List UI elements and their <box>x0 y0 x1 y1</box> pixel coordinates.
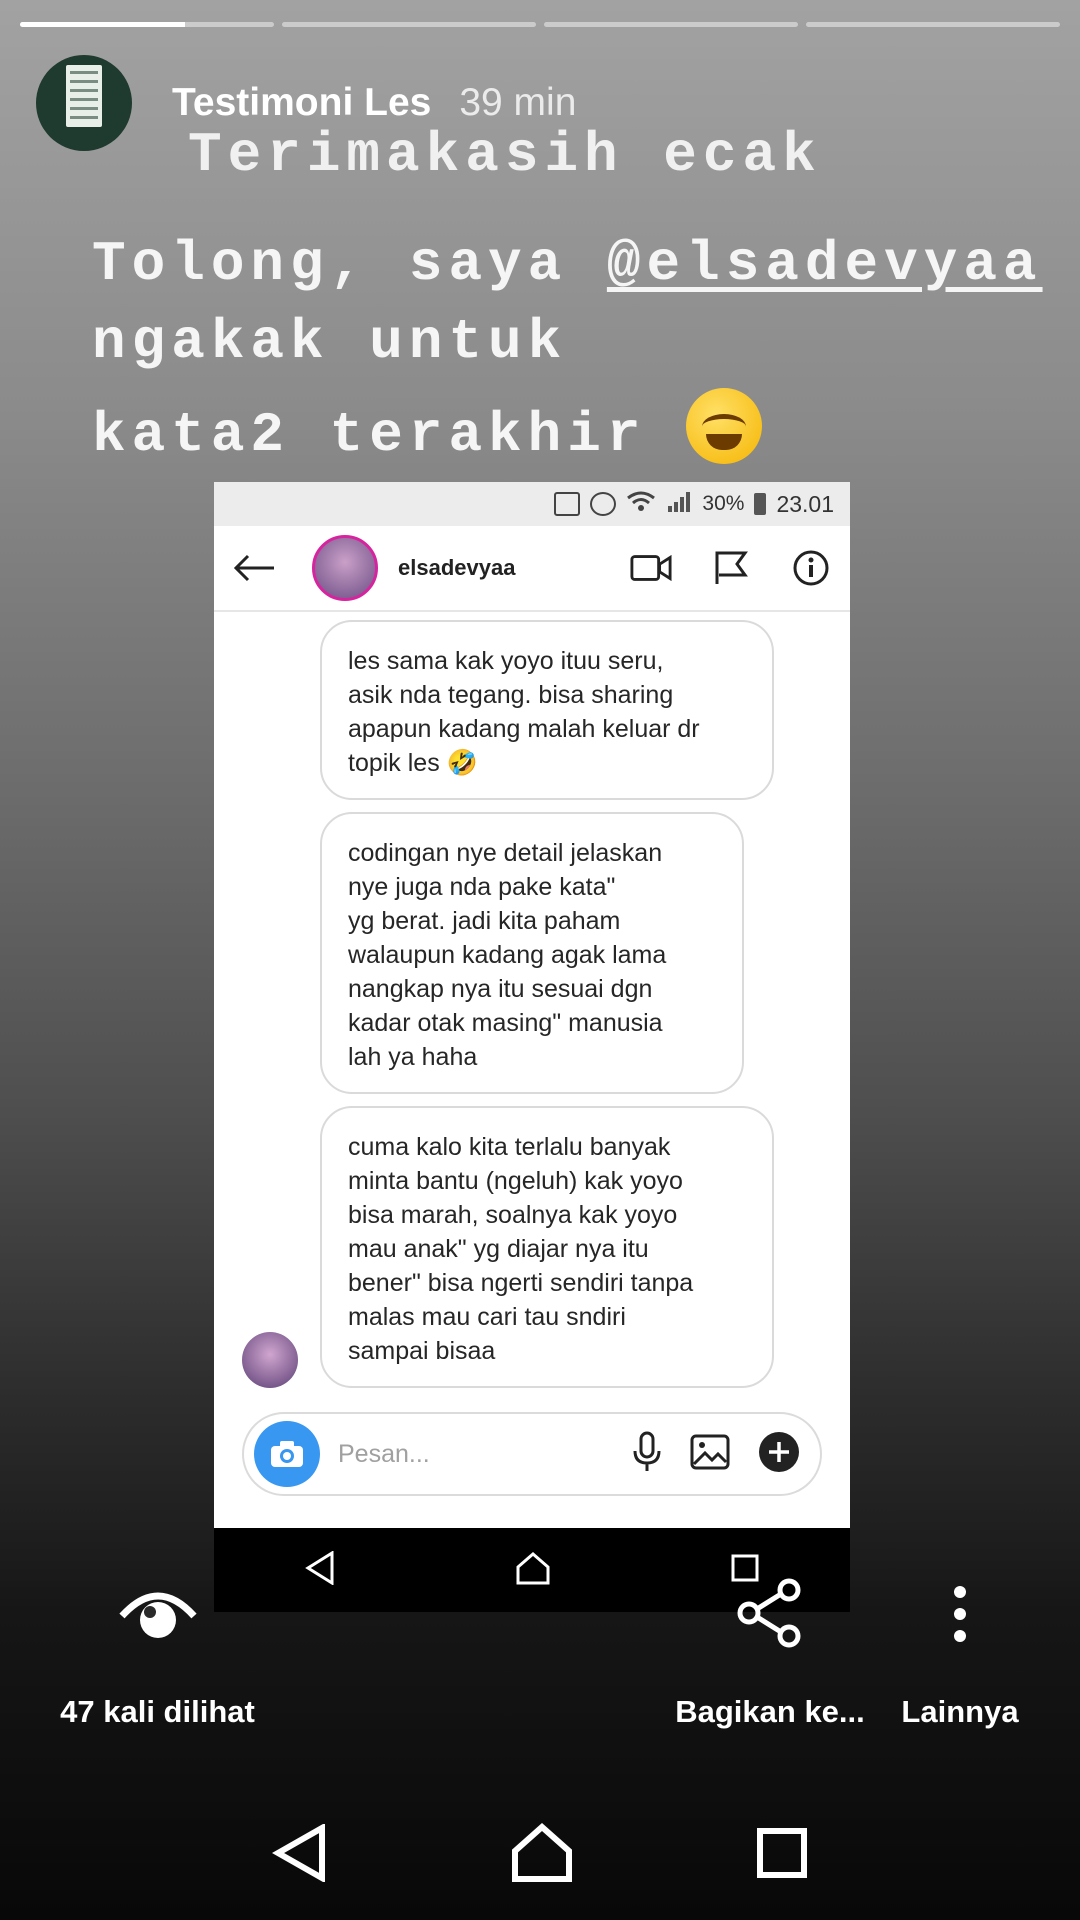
progress-segment <box>20 22 274 27</box>
account-name[interactable]: Testimoni Les <box>172 81 431 125</box>
progress-fill <box>20 22 186 27</box>
system-home-button[interactable] <box>511 1822 573 1887</box>
signal-icon <box>666 490 692 518</box>
message-bubble: cuma kalo kita terlalu banyak minta bant… <box>320 1106 774 1388</box>
story-timestamp: 39 min <box>459 81 577 124</box>
wifi-icon <box>626 490 656 518</box>
dm-screenshot: 30% 23.01 elsadevyaa les sama kak yoyo i… <box>214 482 850 1612</box>
mention-link[interactable]: @elsadevyaa <box>607 232 1043 296</box>
story-text-line: Tolong, saya @elsadevyaa <box>92 232 1043 296</box>
share-icon <box>670 1578 870 1652</box>
message-composer: Pesan... <box>242 1412 822 1496</box>
phone-status-bar: 30% 23.01 <box>214 482 850 526</box>
alarm-icon <box>590 492 617 516</box>
viewers-button[interactable]: 47 kali dilihat <box>50 1570 265 1729</box>
share-button[interactable]: Bagikan ke... <box>670 1570 870 1729</box>
progress-segment <box>544 22 798 27</box>
nfc-icon <box>554 492 581 516</box>
account-avatar[interactable] <box>36 55 132 151</box>
eye-icon <box>118 1580 198 1648</box>
share-label: Bagikan ke... <box>675 1694 865 1729</box>
battery-percent: 30% <box>702 492 745 515</box>
message-bubble: les sama kak yoyo ituu seru, asik nda te… <box>320 620 774 800</box>
system-nav-bar <box>0 1800 1080 1910</box>
laughing-emoji-icon <box>686 388 763 464</box>
sender-avatar <box>242 1332 298 1388</box>
camera-icon <box>254 1421 320 1487</box>
dm-header: elsadevyaa <box>214 526 850 612</box>
chat-username: elsadevyaa <box>398 555 516 580</box>
progress-segment <box>282 22 536 27</box>
microphone-icon <box>632 1431 662 1477</box>
battery-icon <box>754 493 767 515</box>
message-bubble: codingan nye detail jelaskan nye juga nd… <box>320 812 744 1094</box>
story-progress-bar <box>20 22 1060 27</box>
chat-avatar <box>312 535 378 601</box>
story-footer: 47 kali dilihat Bagikan ke... Lainnya <box>0 1570 1080 1729</box>
progress-segment <box>806 22 1060 27</box>
views-count-label: 47 kali dilihat <box>60 1694 255 1729</box>
phone-clock: 23.01 <box>776 490 834 517</box>
story-text-line: ngakak untuk <box>92 310 568 374</box>
more-vertical-icon <box>890 1584 1030 1648</box>
system-recents-button[interactable] <box>756 1827 808 1883</box>
flag-icon <box>710 550 752 586</box>
message-input: Pesan... <box>338 1439 430 1468</box>
more-options-button[interactable]: Lainnya <box>890 1570 1030 1729</box>
video-call-icon <box>630 550 672 586</box>
gallery-icon <box>690 1434 730 1474</box>
story-text-line: Terimakasih ecak <box>188 123 822 187</box>
more-label: Lainnya <box>901 1694 1019 1729</box>
info-icon <box>790 550 832 586</box>
story-text-line: kata2 terakhir <box>92 388 763 467</box>
plus-icon <box>758 1431 800 1477</box>
back-arrow-icon <box>232 543 288 594</box>
system-back-button[interactable] <box>271 1822 328 1886</box>
